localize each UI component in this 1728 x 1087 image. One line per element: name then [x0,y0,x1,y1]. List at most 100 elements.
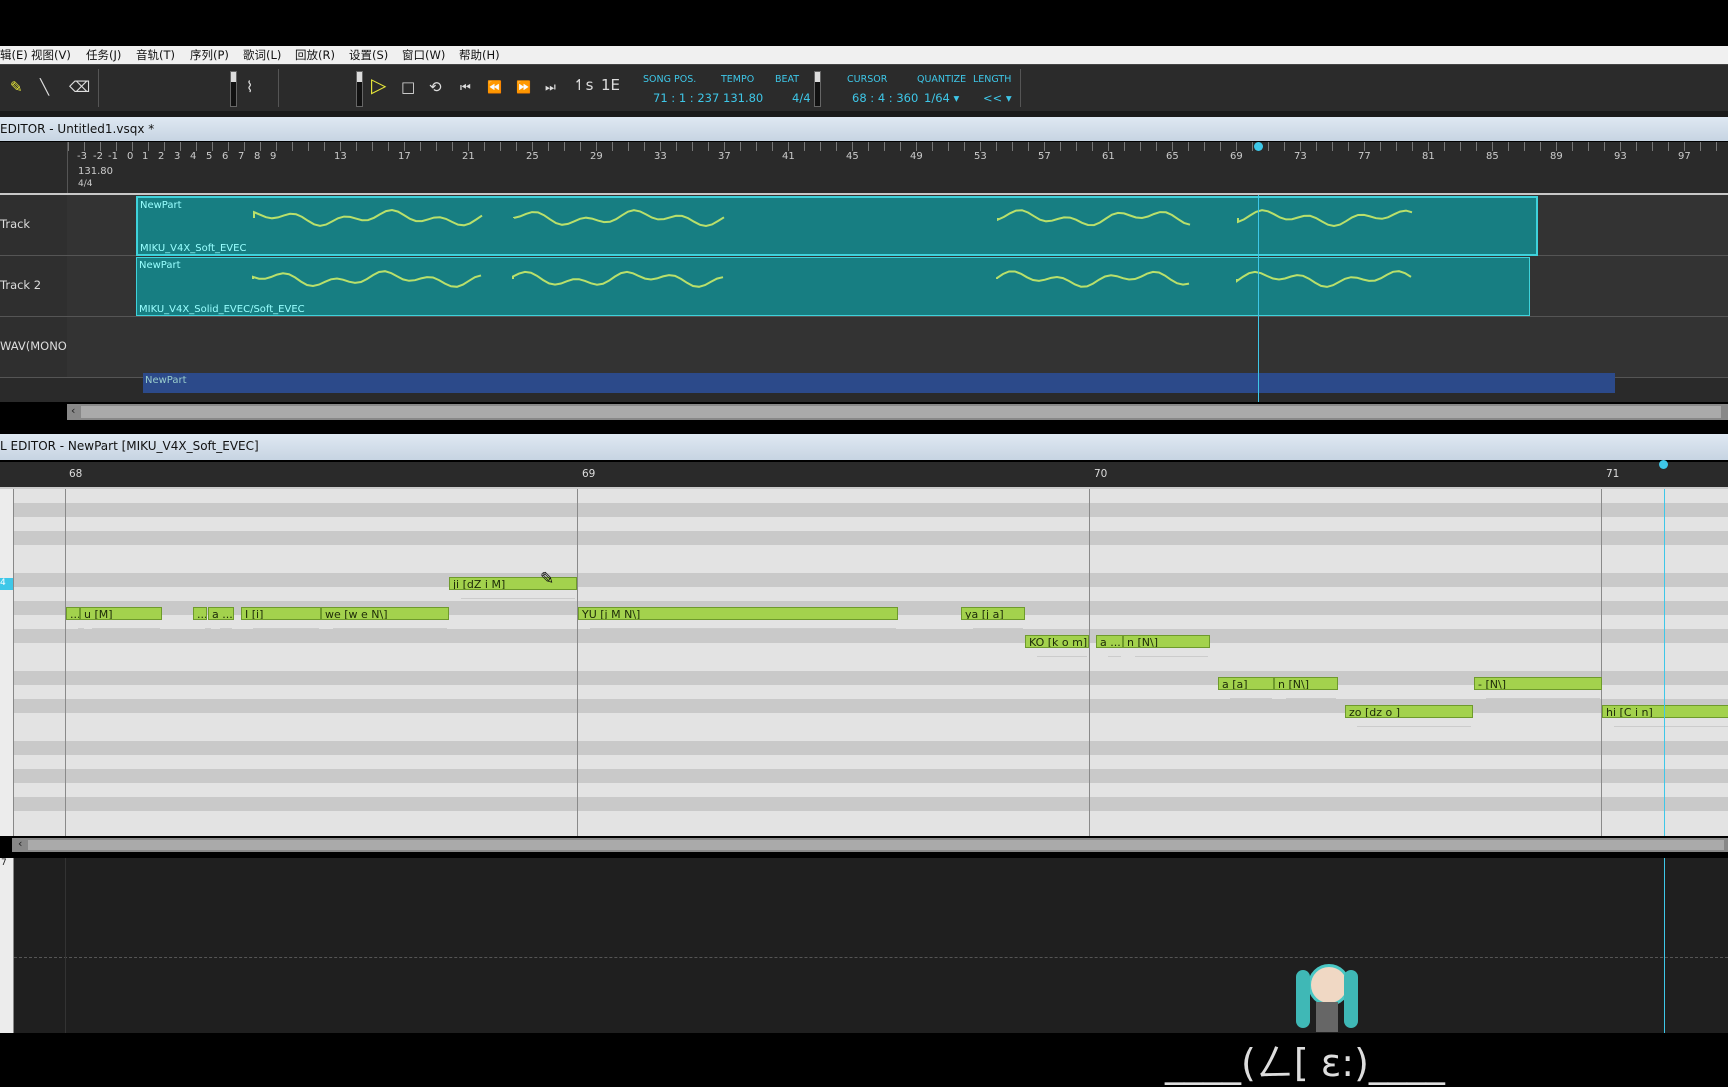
track-header-wav[interactable]: WAV(MONO) [0,317,71,378]
note[interactable]: n [N\] [1123,635,1210,648]
ruler-number: 69 [1230,151,1243,162]
track-area: Track Track 2 WAV(MONO) NewPart MIKU_V4X… [0,195,1728,402]
menu-bar: 辑(E) 视图(V) 任务(J) 音轨(T) 序列(P) 歌词(L) 回放(R)… [0,46,1728,65]
ruler-number: 81 [1422,151,1435,162]
horizontal-scrollbar-top[interactable]: ‹ [67,404,1728,420]
rewind-icon[interactable]: ⏪ [487,79,502,95]
playhead-marker[interactable] [1254,142,1263,151]
ruler-number: -3 [77,151,87,162]
stop-icon[interactable]: □ [401,79,415,95]
ruler-number: 8 [254,151,261,162]
track-lane-1[interactable]: NewPart MIKU_V4X_Soft_EVEC [67,195,1728,256]
go-end-icon[interactable]: ⏭ [545,79,556,95]
note[interactable]: ... [66,607,80,620]
line-tool-icon[interactable]: ╲ [40,79,49,95]
track-header-1[interactable]: Track [0,195,68,256]
note-vibrato [973,621,1023,629]
beat-value[interactable]: 4/4 [792,91,811,105]
ruler-number: 4 [190,151,197,162]
note[interactable]: a ... [1096,635,1123,648]
note[interactable]: ji [dZ i M] [449,577,577,590]
quantize-label: QUANTIZE [917,74,967,85]
menu-window[interactable]: 窗口(W) [402,47,445,63]
ruler-number: 49 [910,151,923,162]
scroll-left-arrow[interactable]: ‹ [71,404,75,417]
note[interactable]: ... [193,607,207,620]
pencil-tool-icon[interactable]: ✎ [10,79,23,95]
note[interactable]: zo [dz o ] [1345,705,1473,718]
loop-start-icon[interactable]: ↿s [573,77,593,93]
eraser-tool-icon[interactable]: ⌫ [69,79,90,95]
part-block-1[interactable]: NewPart MIKU_V4X_Soft_EVEC [136,196,1538,256]
fast-forward-icon[interactable]: ⏩ [516,79,531,95]
tempo-label: TEMPO [721,74,755,85]
menu-edit[interactable]: 辑(E) [0,47,28,63]
timeline-ruler[interactable]: -3 -2 -1 0 1 2 3 4 5 6 7 8 9 13 17 21 25 29 33 37 41 45 49 53 57… [0,142,1728,195]
track-lane-2[interactable]: NewPart MIKU_V4X_Solid_EVEC/Soft_EVEC [67,256,1728,317]
piano-roll-title: L EDITOR - NewPart [MIKU_V4X_Soft_EVEC] [0,439,259,453]
menu-settings[interactable]: 设置(S) [349,47,388,63]
note[interactable]: n [N\] [1274,677,1338,690]
pencil-cursor-icon: ✎ [540,569,555,589]
piano-roll-ruler[interactable]: 68 69 70 71 [0,460,1728,489]
wav-part-block[interactable]: NewPart [143,373,1615,393]
ruler-number: 25 [526,151,539,162]
scroll-left-arrow-bottom[interactable]: ‹ [18,837,22,850]
note[interactable]: we [w e N\] [321,607,449,620]
song-pos-value[interactable]: 71 : 1 : 237 [653,91,719,105]
piano-playhead-line [1664,489,1665,836]
ruler-number: 9 [270,151,277,162]
menu-track[interactable]: 音轨(T) [136,47,175,63]
horizontal-scrollbar-bottom[interactable]: ‹ [12,837,1728,852]
play-icon[interactable]: ▷ [371,75,386,95]
control-track[interactable]: 7 [0,858,1728,1033]
menu-view[interactable]: 视图(V) [31,47,71,63]
ruler-number: 7 [238,151,245,162]
tempo-value[interactable]: 131.80 [723,91,763,105]
piano-roll-grid[interactable]: 4 ... u [M]... a ... I [i] we [w e N\] ji [dZ… [0,489,1728,836]
note[interactable]: u [M] [80,607,162,620]
loop-icon[interactable]: ⟲ [429,79,442,95]
track-lane-wav[interactable]: NewPart [67,317,1728,393]
ruler-number: -2 [93,151,103,162]
note-vibrato [590,621,896,629]
track-header-2[interactable]: Track 2 [0,256,68,317]
note[interactable]: I [i] [241,607,321,620]
note[interactable]: hi [C i n] [1602,705,1728,718]
part-1-notes-preview [253,208,1413,228]
note-vibrato [333,621,447,629]
realtime-input-icon[interactable]: ⌇ [246,79,253,95]
quantize-select[interactable]: 1/64 ▾ [924,91,959,105]
menu-job[interactable]: 任务(J) [86,47,121,63]
go-start-icon[interactable]: ⏮ [460,79,471,95]
menu-playback[interactable]: 回放(R) [295,47,335,63]
length-select[interactable]: << ▾ [983,91,1012,105]
menu-lyrics[interactable]: 歌词(L) [243,47,281,63]
note[interactable]: - [N\] [1474,677,1602,690]
menu-help[interactable]: 帮助(H) [459,47,500,63]
control-value-label: 7 [1,858,7,868]
note[interactable]: YU [j M N\] [578,607,898,620]
piano-keyboard-strip[interactable] [0,489,14,836]
bar-number-71: 71 [1606,468,1620,480]
bar-number-69: 69 [582,468,596,480]
volume-slider[interactable] [230,71,237,107]
ruler-number: 13 [334,151,347,162]
note-vibrato [78,621,84,629]
note-vibrato [1614,719,1728,727]
note[interactable]: ya [j a] [961,607,1025,620]
cursor-slider[interactable] [814,71,821,107]
wav-part-name: NewPart [145,375,187,386]
menu-sequence[interactable]: 序列(P) [190,47,229,63]
ruler-beat: 4/4 [78,179,93,189]
note[interactable]: a ... [208,607,234,620]
mascot-figure [1292,962,1364,1038]
loop-end-icon[interactable]: 1E [601,77,620,93]
playback-volume-slider[interactable] [356,71,363,107]
part-block-2[interactable]: NewPart MIKU_V4X_Solid_EVEC/Soft_EVEC [136,257,1530,316]
note[interactable]: a [a] [1218,677,1274,690]
piano-playhead-marker[interactable] [1659,460,1668,469]
note-vibrato [1108,649,1121,657]
ruler-number: 29 [590,151,603,162]
note[interactable]: KO [k o m] [1025,635,1089,648]
